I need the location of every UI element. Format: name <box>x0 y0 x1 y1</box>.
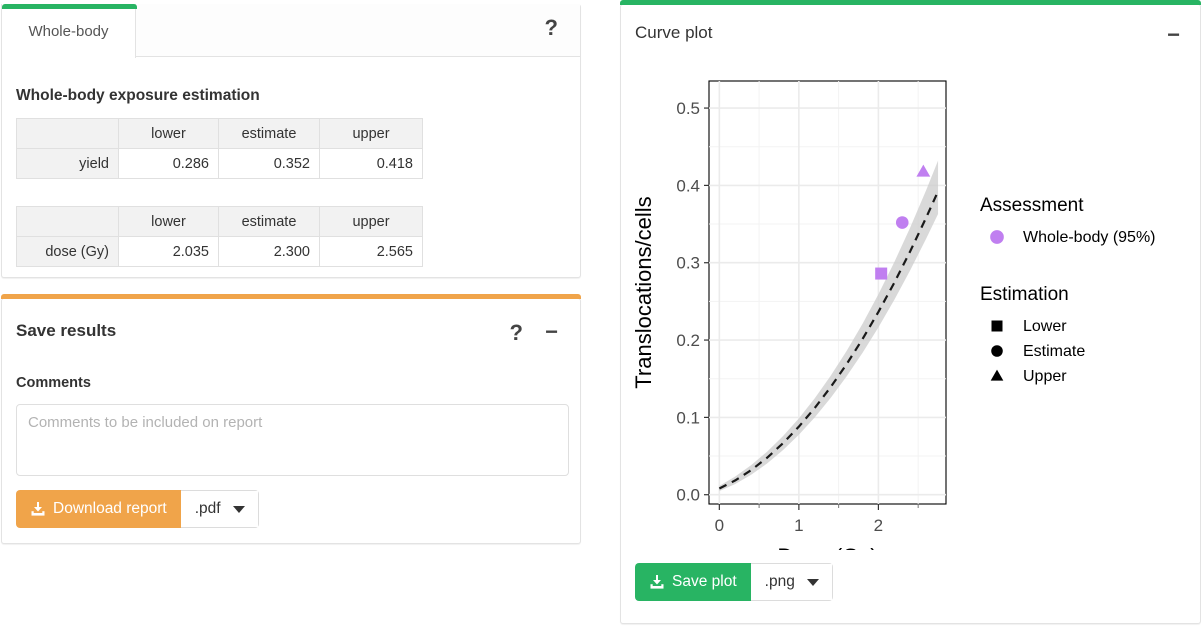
y-tick-label: 0.4 <box>676 176 700 195</box>
curve-plot-svg: 0.0 0.1 0.2 0.3 0.4 0.5 0 1 2 Dose (Gy) Translocat… <box>631 80 1156 569</box>
y-tick-label: 0.3 <box>676 254 700 273</box>
download-icon <box>30 501 46 517</box>
legend-estimation: Estimation Lower Estimate Upper <box>980 284 1085 385</box>
plot-minimize-icon[interactable]: − <box>1167 24 1180 46</box>
download-icon <box>649 574 665 590</box>
x-axis-title: Dose (Gy) <box>777 544 877 550</box>
dose-upper-value: 2.565 <box>319 236 423 267</box>
save-plot-button[interactable]: Save plot <box>635 563 751 601</box>
yield-table-header-row: lower estimate upper <box>16 118 423 149</box>
x-tick-label: 2 <box>874 516 883 535</box>
yield-upper-value: 0.418 <box>319 148 423 179</box>
legend-marker <box>991 320 1003 332</box>
dose-col-blank <box>16 206 119 237</box>
results-section-title: Whole-body exposure estimation <box>16 87 260 104</box>
results-panel-accent-bar <box>2 4 137 9</box>
tab-whole-body[interactable]: Whole-body <box>2 4 136 58</box>
curve-plot-panel: Curve plot − 0.0 0.1 0.2 0.3 0.4 0.5 0 1 2 Dose (… <box>620 0 1201 624</box>
y-tick-label: 0.5 <box>676 99 700 118</box>
yield-table: lower estimate upper yield 0.286 0.352 0… <box>16 118 423 179</box>
results-tabstrip: Whole-body ? <box>2 4 580 58</box>
save-help-icon[interactable]: ? <box>510 322 523 344</box>
dose-table-header-row: lower estimate upper <box>16 206 423 237</box>
dose-table: lower estimate upper dose (Gy) 2.035 2.3… <box>16 206 423 267</box>
save-plot-label: Save plot <box>672 573 737 590</box>
results-help-icon[interactable]: ? <box>545 17 558 39</box>
tab-whole-body-label: Whole-body <box>28 22 109 40</box>
dose-lower-value: 2.035 <box>118 236 219 267</box>
curve-plot-figure: 0.0 0.1 0.2 0.3 0.4 0.5 0 1 2 Dose (Gy) Translocat… <box>625 65 1198 569</box>
download-report-button-group: Download report .pdf <box>16 490 259 528</box>
comments-input[interactable] <box>16 404 569 476</box>
save-minimize-icon[interactable]: − <box>545 321 558 343</box>
legend-label: Upper <box>1023 368 1067 385</box>
legend-title: Estimation <box>980 284 1069 305</box>
yield-row-label: yield <box>16 148 119 179</box>
plot-panel-accent-bar <box>620 0 1201 5</box>
dose-col-upper: upper <box>319 206 423 237</box>
report-format-value: .pdf <box>194 500 221 517</box>
yield-col-estimate: estimate <box>218 118 320 149</box>
y-tick-label: 0.1 <box>676 408 700 427</box>
plot-panel-background <box>708 80 947 505</box>
legend-marker <box>990 369 1004 381</box>
curve-plot-title: Curve plot <box>635 23 713 42</box>
whole-body-results-panel: Whole-body ? Whole-body exposure estimat… <box>1 4 581 278</box>
legend-title: Assessment <box>980 195 1084 216</box>
y-tick-label: 0.0 <box>676 486 700 505</box>
x-tick-label: 0 <box>715 516 724 535</box>
legend-marker <box>990 230 1004 244</box>
download-report-label: Download report <box>53 500 167 517</box>
yield-lower-value: 0.286 <box>118 148 219 179</box>
table-row: dose (Gy) 2.035 2.300 2.565 <box>16 236 423 267</box>
comments-label: Comments <box>16 375 91 391</box>
plot-format-dropdown[interactable]: .png <box>750 563 833 601</box>
data-point-lower <box>875 267 888 280</box>
x-tick-label: 1 <box>794 516 803 535</box>
dose-col-lower: lower <box>118 206 219 237</box>
chevron-down-icon <box>232 505 245 513</box>
y-tick-label: 0.2 <box>676 331 700 350</box>
dose-row-label: dose (Gy) <box>16 236 119 267</box>
yield-estimate-value: 0.352 <box>218 148 320 179</box>
download-report-button[interactable]: Download report <box>16 490 181 528</box>
legend-label: Lower <box>1023 318 1067 335</box>
save-results-panel: Save results ? − Comments Download repor… <box>1 294 581 544</box>
report-format-dropdown[interactable]: .pdf <box>180 490 259 528</box>
save-panel-accent-bar <box>1 294 581 299</box>
plot-format-value: .png <box>764 573 795 590</box>
data-point-estimate <box>895 216 909 229</box>
app-root: Whole-body ? Whole-body exposure estimat… <box>0 0 1201 628</box>
dose-estimate-value: 2.300 <box>218 236 320 267</box>
chevron-down-icon <box>806 578 819 586</box>
yield-col-lower: lower <box>118 118 219 149</box>
legend-label: Whole-body (95%) <box>1023 229 1156 246</box>
save-plot-button-group: Save plot .png <box>635 563 833 601</box>
save-results-title: Save results <box>16 321 117 340</box>
legend-label: Estimate <box>1023 343 1085 360</box>
legend-assessment: Assessment Whole-body (95%) <box>980 195 1156 246</box>
table-row: yield 0.286 0.352 0.418 <box>16 148 423 179</box>
dose-col-estimate: estimate <box>218 206 320 237</box>
yield-col-upper: upper <box>319 118 423 149</box>
y-axis-title: Translocations/cells <box>631 196 656 388</box>
yield-col-blank <box>16 118 119 149</box>
legend-marker <box>991 345 1003 357</box>
